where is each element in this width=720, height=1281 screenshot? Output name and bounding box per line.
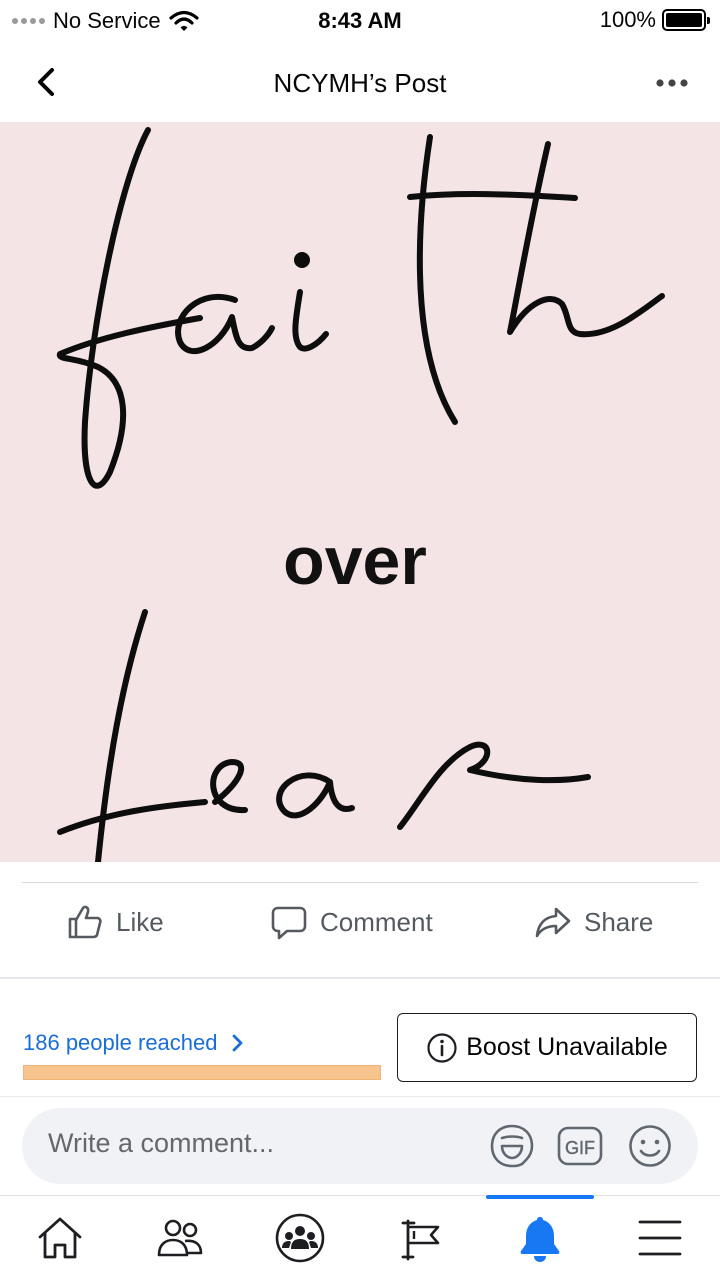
tab-home[interactable] [25, 1208, 95, 1268]
share-arrow-icon [535, 907, 571, 938]
smiley-icon [629, 1125, 671, 1167]
composer-divider [0, 1096, 720, 1097]
script-lettering-bottom [57, 609, 591, 862]
gif-icon: GIF [557, 1126, 603, 1166]
tab-friends[interactable] [145, 1208, 215, 1268]
share-button[interactable]: Share [534, 885, 653, 959]
gif-icon-label: GIF [565, 1138, 595, 1158]
status-bar: No Service 8:43 AM 100% [0, 0, 720, 42]
chevron-right-icon [232, 1034, 242, 1052]
post-header: NCYMH’s Post [0, 42, 720, 122]
emoji-button[interactable] [626, 1122, 674, 1170]
battery-percent: 100% [599, 7, 656, 32]
comment-label: Comment [320, 906, 433, 937]
menu-icon [638, 1220, 682, 1256]
reach-progress-bar [23, 1065, 381, 1080]
active-tab-indicator [486, 1195, 594, 1199]
tab-groups[interactable] [265, 1208, 335, 1268]
comment-input[interactable] [48, 1128, 468, 1159]
sticker-button[interactable] [488, 1122, 536, 1170]
comment-bubble-icon [271, 906, 307, 940]
thumbs-up-icon [68, 905, 102, 939]
notifications-bell-icon [520, 1217, 560, 1262]
info-icon [427, 1032, 457, 1063]
tab-bar-divider [0, 1195, 720, 1196]
gif-button[interactable]: GIF [556, 1122, 604, 1170]
like-button[interactable]: Like [66, 885, 164, 959]
boost-unavailable-button[interactable]: Boost Unavailable [397, 1013, 697, 1082]
post-image-artwork: over [57, 127, 665, 862]
pages-flag-icon [401, 1219, 440, 1261]
action-divider [22, 882, 698, 883]
post-image[interactable]: over [0, 122, 720, 862]
tab-menu[interactable] [625, 1208, 695, 1268]
script-lettering-top [57, 127, 665, 489]
people-reached-link[interactable]: 186 people reached [23, 1030, 248, 1056]
people-reached-label: 186 people reached [23, 1030, 218, 1055]
sticker-icon [490, 1124, 534, 1168]
share-label: Share [584, 906, 654, 937]
home-icon [38, 1217, 82, 1259]
boost-label: Boost Unavailable [466, 1033, 668, 1061]
groups-icon [275, 1213, 325, 1263]
like-label: Like [116, 906, 164, 937]
friends-icon [157, 1219, 203, 1257]
page-title: NCYMH’s Post [273, 68, 447, 98]
comment-composer: GIF [22, 1108, 698, 1184]
more-horizontal-icon [656, 79, 688, 87]
tab-pages[interactable] [386, 1208, 456, 1268]
tab-notifications[interactable] [505, 1208, 575, 1268]
post-action-bar: Like Comment Share [0, 885, 720, 975]
status-right: 100% [599, 7, 710, 33]
more-options-button[interactable] [652, 68, 692, 98]
section-divider [0, 977, 720, 979]
comment-button[interactable]: Comment [270, 885, 433, 959]
post-image-word-over: over [283, 523, 427, 599]
battery-icon [662, 9, 710, 31]
